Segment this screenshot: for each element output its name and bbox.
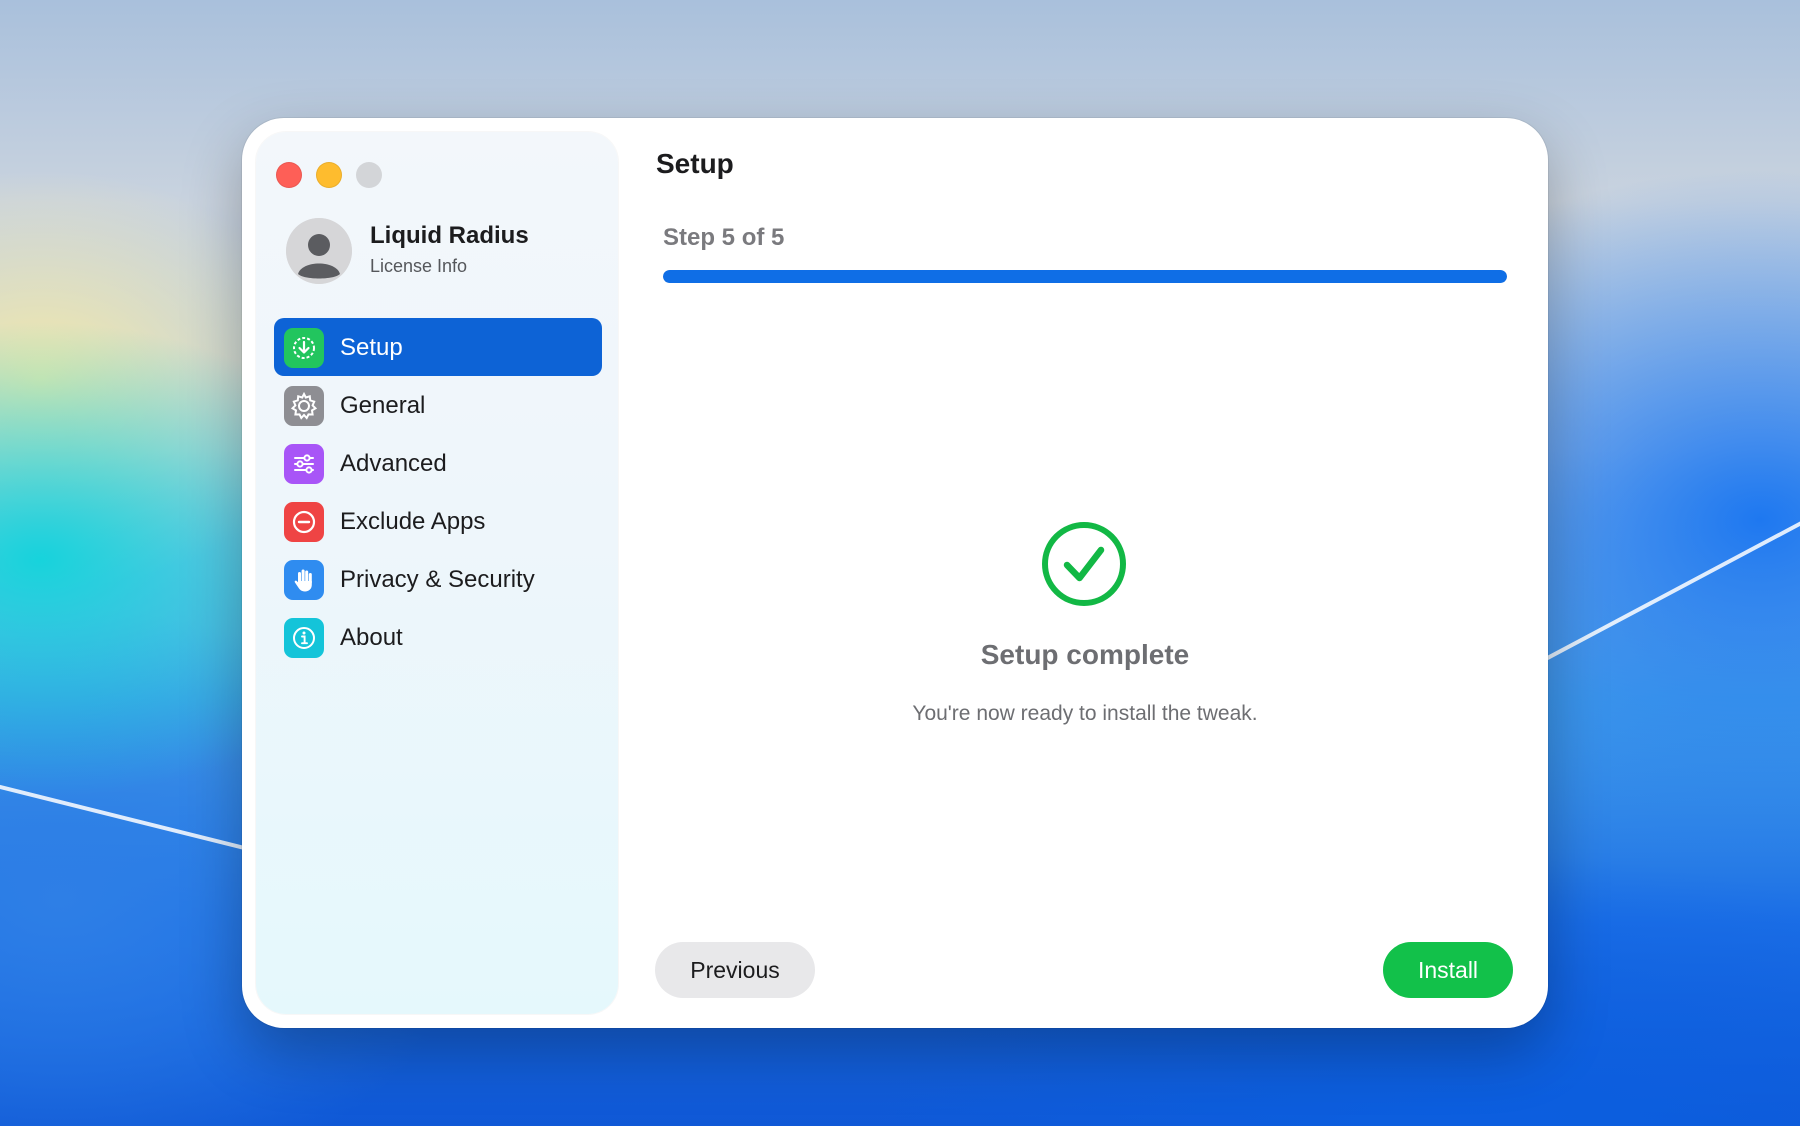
zoom-window-button[interactable] bbox=[356, 162, 382, 188]
sidebar: Liquid Radius License Info Setup General… bbox=[256, 132, 618, 1014]
sidebar-item-general[interactable]: General bbox=[274, 376, 602, 434]
sidebar-item-label: General bbox=[340, 392, 426, 419]
setup-progress-bar bbox=[663, 270, 1507, 283]
profile-name: Liquid Radius bbox=[370, 222, 529, 249]
setup-progress-fill bbox=[663, 270, 1507, 283]
hand-icon bbox=[284, 560, 324, 600]
setup-complete-heading: Setup complete bbox=[980, 639, 1190, 670]
sidebar-item-setup[interactable]: Setup bbox=[274, 318, 602, 376]
previous-button[interactable]: Previous bbox=[655, 942, 815, 998]
sidebar-item-privacy-security[interactable]: Privacy & Security bbox=[274, 550, 602, 608]
minimize-window-button[interactable] bbox=[316, 162, 342, 188]
sliders-icon bbox=[284, 444, 324, 484]
setup-download-icon bbox=[284, 328, 324, 368]
profile-card[interactable]: Liquid Radius License Info bbox=[286, 218, 606, 288]
sidebar-item-advanced[interactable]: Advanced bbox=[274, 434, 602, 492]
sidebar-nav: Setup General Advanced Exclude Apps Priv… bbox=[274, 318, 602, 666]
step-indicator: Step 5 of 5 bbox=[663, 224, 785, 251]
sidebar-item-label: About bbox=[340, 624, 403, 651]
sidebar-item-about[interactable]: About bbox=[274, 608, 602, 666]
person-avatar-icon bbox=[286, 218, 352, 284]
minus-circle-icon bbox=[284, 502, 324, 542]
wallpaper-light-streak bbox=[0, 780, 253, 852]
wallpaper-light-streak bbox=[1539, 519, 1800, 664]
checkmark-circle-icon bbox=[1040, 520, 1128, 608]
desktop-wallpaper: Liquid Radius License Info Setup General… bbox=[0, 0, 1800, 1126]
sidebar-item-label: Advanced bbox=[340, 450, 447, 477]
close-window-button[interactable] bbox=[276, 162, 302, 188]
install-button[interactable]: Install bbox=[1383, 942, 1513, 998]
sidebar-item-label: Setup bbox=[340, 334, 403, 361]
page-title: Setup bbox=[656, 148, 734, 179]
settings-window: Liquid Radius License Info Setup General… bbox=[242, 118, 1548, 1028]
gear-icon bbox=[284, 386, 324, 426]
sidebar-item-exclude-apps[interactable]: Exclude Apps bbox=[274, 492, 602, 550]
sidebar-item-label: Privacy & Security bbox=[340, 566, 535, 593]
info-icon bbox=[284, 618, 324, 658]
sidebar-item-label: Exclude Apps bbox=[340, 508, 486, 535]
license-info-link[interactable]: License Info bbox=[370, 256, 467, 277]
setup-complete-message: You're now ready to install the tweak. bbox=[912, 702, 1258, 725]
